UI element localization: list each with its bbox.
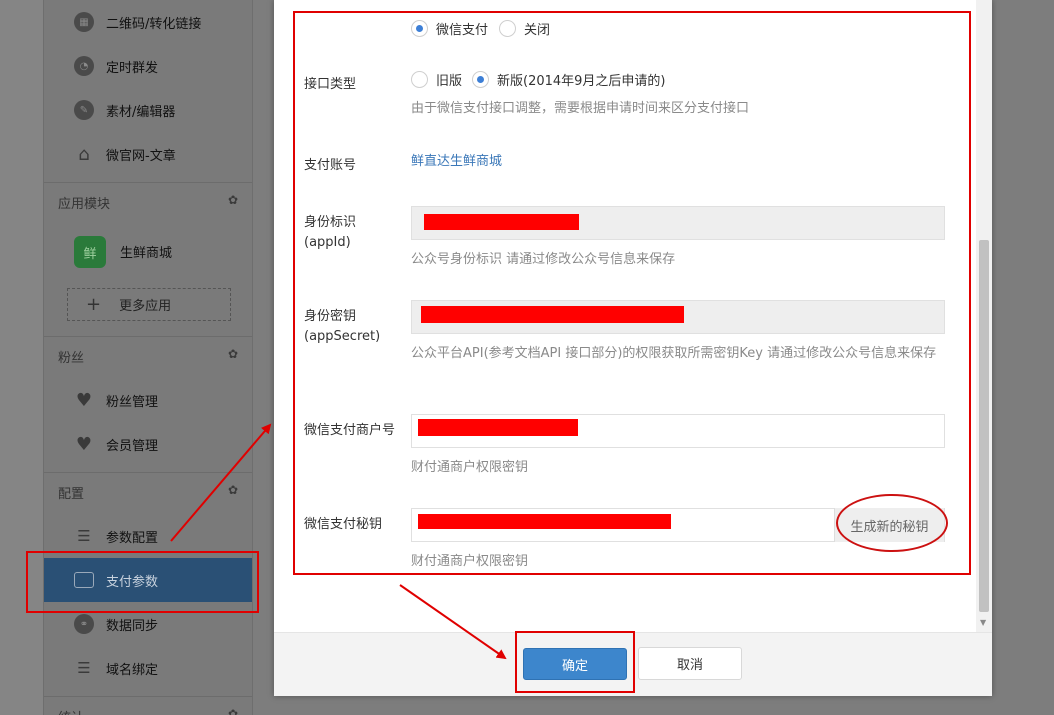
sidebar-item-qrcode[interactable]: ▦ 二维码/转化链接 [44, 0, 252, 44]
list-icon: ☰ [77, 527, 91, 545]
sidebar-item-label: 微官网-文章 [106, 148, 176, 164]
sidebar-item-fans-management[interactable]: ♥ 粉丝管理 [44, 378, 252, 422]
sidebar-item-label: 粉丝管理 [106, 394, 159, 410]
plus-icon: + [86, 294, 102, 315]
cancel-button[interactable]: 取消 [638, 647, 742, 680]
sidebar-item-micro-site[interactable]: ⌂ 微官网-文章 [44, 132, 252, 176]
dialog-scrollbar[interactable]: ▼ [976, 0, 992, 632]
sidebar-item-material-editor[interactable]: ✎ 素材/编辑器 [44, 88, 252, 132]
more-apps-button[interactable]: + 更多应用 [67, 288, 231, 321]
scroll-down-arrow-icon[interactable]: ▼ [980, 618, 986, 627]
heart-icon: ♥ [75, 389, 93, 411]
annotation-circle-generate [836, 494, 948, 552]
sidebar-item-domain-binding[interactable]: ☰ 域名绑定 [44, 646, 252, 690]
fresh-mall-app-icon[interactable]: 鲜 [74, 236, 106, 268]
app-icon-glyph: 鲜 [83, 246, 97, 262]
pencil-icon: ✎ [74, 100, 94, 120]
link-icon: ⚭ [74, 614, 94, 634]
section-title: 应用模块 [58, 197, 111, 212]
home-icon: ⌂ [78, 143, 90, 165]
gear-icon[interactable]: ✿ [228, 347, 238, 361]
sidebar-item-label: 素材/编辑器 [106, 104, 176, 120]
gear-icon[interactable]: ✿ [228, 483, 238, 497]
clock-icon: ◔ [74, 56, 94, 76]
sidebar-item-fresh-mall[interactable]: 生鲜商城 [120, 242, 172, 261]
sidebar-item-label: 域名绑定 [106, 662, 159, 678]
gear-icon[interactable]: ✿ [228, 193, 238, 207]
sidebar-section-stats: 统计 ✿ [44, 696, 252, 715]
sidebar-item-label: 会员管理 [106, 438, 159, 454]
scrollbar-thumb[interactable] [979, 240, 989, 612]
section-title: 粉丝 [58, 351, 85, 366]
gear-icon[interactable]: ✿ [228, 707, 238, 715]
sidebar-item-label: 数据同步 [106, 618, 159, 634]
heart-icon: ♥ [75, 433, 93, 455]
section-title: 配置 [58, 487, 85, 502]
annotation-box-confirm [515, 631, 635, 693]
list-icon: ☰ [77, 659, 91, 677]
sidebar-item-member-management[interactable]: ♥ 会员管理 [44, 422, 252, 466]
annotation-box-sidebar [26, 551, 259, 613]
sidebar-section-apps: 应用模块 ✿ [44, 182, 252, 222]
sidebar-item-label: 参数配置 [106, 530, 159, 546]
sidebar-item-scheduled-send[interactable]: ◔ 定时群发 [44, 44, 252, 88]
sidebar-item-label: 定时群发 [106, 60, 159, 76]
qrcode-icon: ▦ [74, 12, 94, 32]
more-apps-label: 更多应用 [119, 299, 172, 314]
sidebar-item-label: 二维码/转化链接 [106, 16, 202, 32]
sidebar-section-config: 配置 ✿ [44, 472, 252, 512]
sidebar-section-fans: 粉丝 ✿ [44, 336, 252, 376]
section-title: 统计 [58, 707, 84, 715]
annotation-box-form [293, 11, 971, 575]
